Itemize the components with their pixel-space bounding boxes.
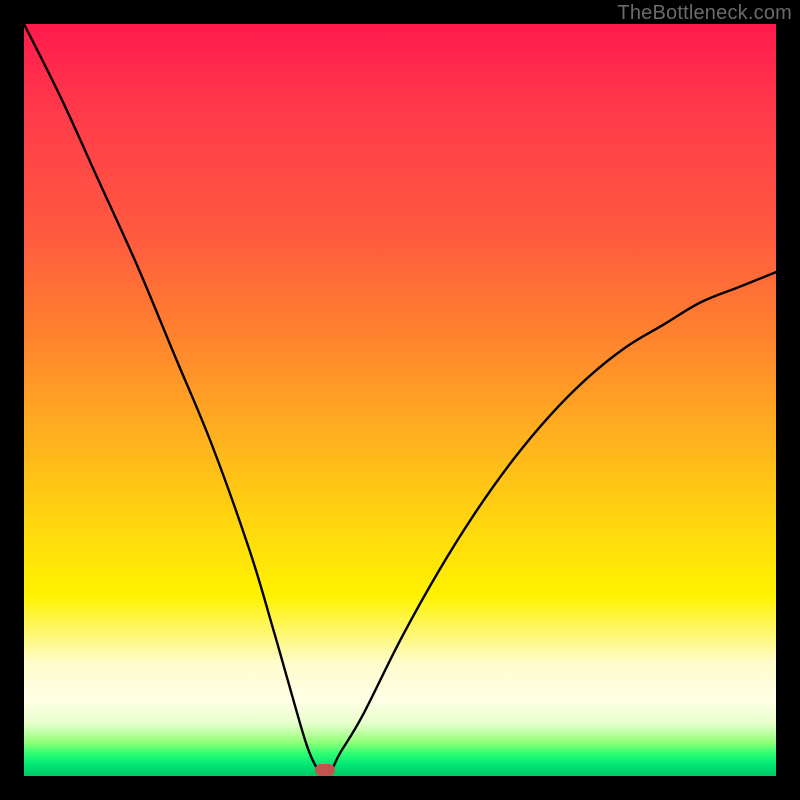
chart-frame: TheBottleneck.com [0, 0, 800, 800]
watermark-text: TheBottleneck.com [617, 2, 792, 25]
optimal-point-marker [315, 764, 335, 776]
bottleneck-curve [24, 24, 776, 776]
chart-plot-area [24, 24, 776, 776]
